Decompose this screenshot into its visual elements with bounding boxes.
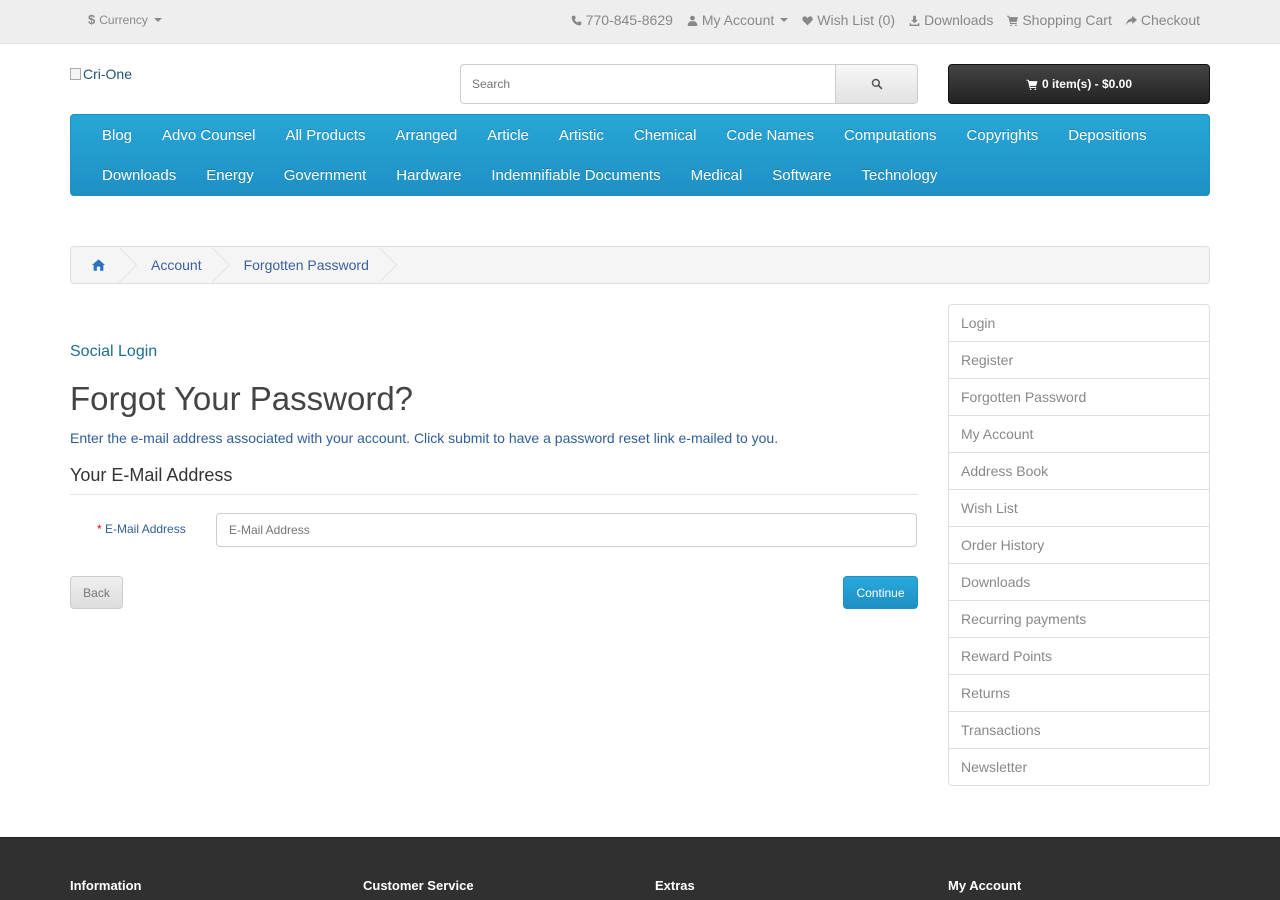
menu-item[interactable]: Hardware xyxy=(381,167,476,184)
sidebar-item-my-account[interactable]: My Account xyxy=(949,416,1209,453)
checkout-link[interactable]: Checkout xyxy=(1125,12,1200,28)
category-menu: Blog Advo Counsel All Products Arranged … xyxy=(70,114,1210,196)
breadcrumb-home[interactable] xyxy=(71,247,119,283)
breadcrumb-label: Account xyxy=(151,257,202,273)
menu-item[interactable]: Energy xyxy=(191,167,269,184)
back-button[interactable]: Back xyxy=(70,576,123,609)
menu-item[interactable]: Indemnifiable Documents xyxy=(476,167,675,184)
shopping-cart-label: Shopping Cart xyxy=(1022,12,1112,28)
downloads-link[interactable]: Downloads xyxy=(909,12,993,28)
menu-item[interactable]: Code Names xyxy=(711,127,829,144)
checkout-label: Checkout xyxy=(1140,12,1200,28)
menu-item[interactable]: Arranged xyxy=(380,127,472,144)
menu-item[interactable]: Advo Counsel xyxy=(147,127,270,144)
menu-row-2: Downloads Energy Government Hardware Ind… xyxy=(87,155,1209,195)
wishlist-label: Wish List (0) xyxy=(817,12,896,28)
search-bar xyxy=(460,64,918,104)
menu-item[interactable]: Technology xyxy=(846,167,952,184)
sidebar-item-returns[interactable]: Returns xyxy=(949,675,1209,712)
downloads-label: Downloads xyxy=(924,12,994,28)
sidebar-item-newsletter[interactable]: Newsletter xyxy=(949,749,1209,785)
breadcrumb-separator xyxy=(210,247,234,283)
sidebar-item-register[interactable]: Register xyxy=(949,342,1209,379)
email-field[interactable] xyxy=(216,513,917,547)
sidebar-item-login[interactable]: Login xyxy=(949,305,1209,342)
menu-item[interactable]: Medical xyxy=(676,167,758,184)
top-bar: $ Currency 770-845-8629 My Account Wish … xyxy=(0,0,1280,44)
menu-item[interactable]: All Products xyxy=(270,127,380,144)
breadcrumb-forgotten-password[interactable]: Forgotten Password xyxy=(234,247,379,283)
sidebar-item-reward-points[interactable]: Reward Points xyxy=(949,638,1209,675)
currency-label: Currency xyxy=(99,12,148,27)
sidebar-item-transactions[interactable]: Transactions xyxy=(949,712,1209,749)
phone-icon xyxy=(571,15,582,25)
wishlist-link[interactable]: Wish List (0) xyxy=(802,12,895,28)
top-links: 770-845-8629 My Account Wish List (0) Do… xyxy=(571,12,1200,28)
heart-icon xyxy=(802,15,813,25)
breadcrumb-separator xyxy=(118,247,141,283)
menu-item[interactable]: Government xyxy=(269,167,382,184)
menu-item[interactable]: Copyrights xyxy=(952,127,1054,144)
menu-item[interactable]: Software xyxy=(757,167,846,184)
user-icon xyxy=(687,15,698,26)
footer-heading-my-account: My Account xyxy=(948,878,1022,893)
menu-item[interactable]: Downloads xyxy=(87,167,191,184)
menu-item[interactable]: Chemical xyxy=(619,127,712,144)
menu-item[interactable]: Depositions xyxy=(1053,127,1161,144)
sidebar-item-recurring-payments[interactable]: Recurring payments xyxy=(949,601,1209,638)
currency-dropdown[interactable]: $ Currency xyxy=(88,12,162,27)
sidebar-item-wish-list[interactable]: Wish List xyxy=(949,490,1209,527)
caret-down-icon xyxy=(153,17,162,22)
phone-link[interactable]: 770-845-8629 xyxy=(571,12,673,28)
page-description: Enter the e-mail address associated with… xyxy=(70,430,779,446)
my-account-label: My Account xyxy=(701,12,775,28)
sidebar-item-downloads[interactable]: Downloads xyxy=(949,564,1209,601)
menu-item[interactable]: Article xyxy=(472,127,544,144)
search-icon xyxy=(871,78,883,90)
broken-image-icon xyxy=(70,68,81,80)
caret-down-icon xyxy=(780,18,789,22)
phone-number: 770-845-8629 xyxy=(585,12,673,28)
required-mark: * xyxy=(97,522,102,536)
cart-icon xyxy=(1026,79,1038,90)
account-sidebar: Login Register Forgotten Password My Acc… xyxy=(948,304,1210,786)
breadcrumb-separator xyxy=(377,247,401,283)
share-icon xyxy=(1125,15,1137,25)
page-title: Forgot Your Password? xyxy=(70,380,414,417)
email-label-text: E-Mail Address xyxy=(105,522,186,536)
continue-button[interactable]: Continue xyxy=(843,576,918,609)
sidebar-item-address-book[interactable]: Address Book xyxy=(949,453,1209,490)
menu-item[interactable]: Artistic xyxy=(544,127,619,144)
search-button[interactable] xyxy=(835,64,918,104)
cart-button[interactable]: 0 item(s) - $0.00 xyxy=(948,64,1210,104)
home-icon xyxy=(92,259,105,271)
breadcrumb-label: Forgotten Password xyxy=(243,257,369,273)
social-login-link[interactable]: Social Login xyxy=(70,343,157,361)
footer-heading-extras: Extras xyxy=(655,878,695,893)
currency-symbol: $ xyxy=(88,12,96,27)
menu-item[interactable]: Computations xyxy=(829,127,952,144)
logo-alt-text: Cri-One xyxy=(83,66,133,82)
menu-row-1: Blog Advo Counsel All Products Arranged … xyxy=(87,115,1209,155)
breadcrumb-account[interactable]: Account xyxy=(141,247,212,283)
footer: Information Customer Service Extras My A… xyxy=(0,837,1280,900)
email-label: * E-Mail Address xyxy=(97,522,186,536)
sidebar-item-forgotten-password[interactable]: Forgotten Password xyxy=(949,379,1209,416)
download-icon xyxy=(909,15,920,26)
search-input[interactable] xyxy=(460,64,835,104)
footer-heading-customer-service: Customer Service xyxy=(363,878,474,893)
breadcrumb: Account Forgotten Password xyxy=(70,246,1210,284)
cart-icon xyxy=(1007,15,1019,26)
fieldset-legend: Your E-Mail Address xyxy=(70,465,918,495)
footer-heading-information: Information xyxy=(70,878,142,893)
my-account-dropdown[interactable]: My Account xyxy=(687,12,789,28)
sidebar-item-order-history[interactable]: Order History xyxy=(949,527,1209,564)
cart-summary: 0 item(s) - $0.00 xyxy=(1041,77,1133,91)
menu-item[interactable]: Blog xyxy=(87,127,147,144)
site-logo[interactable]: Cri-One xyxy=(70,66,132,82)
shopping-cart-link[interactable]: Shopping Cart xyxy=(1007,12,1112,28)
